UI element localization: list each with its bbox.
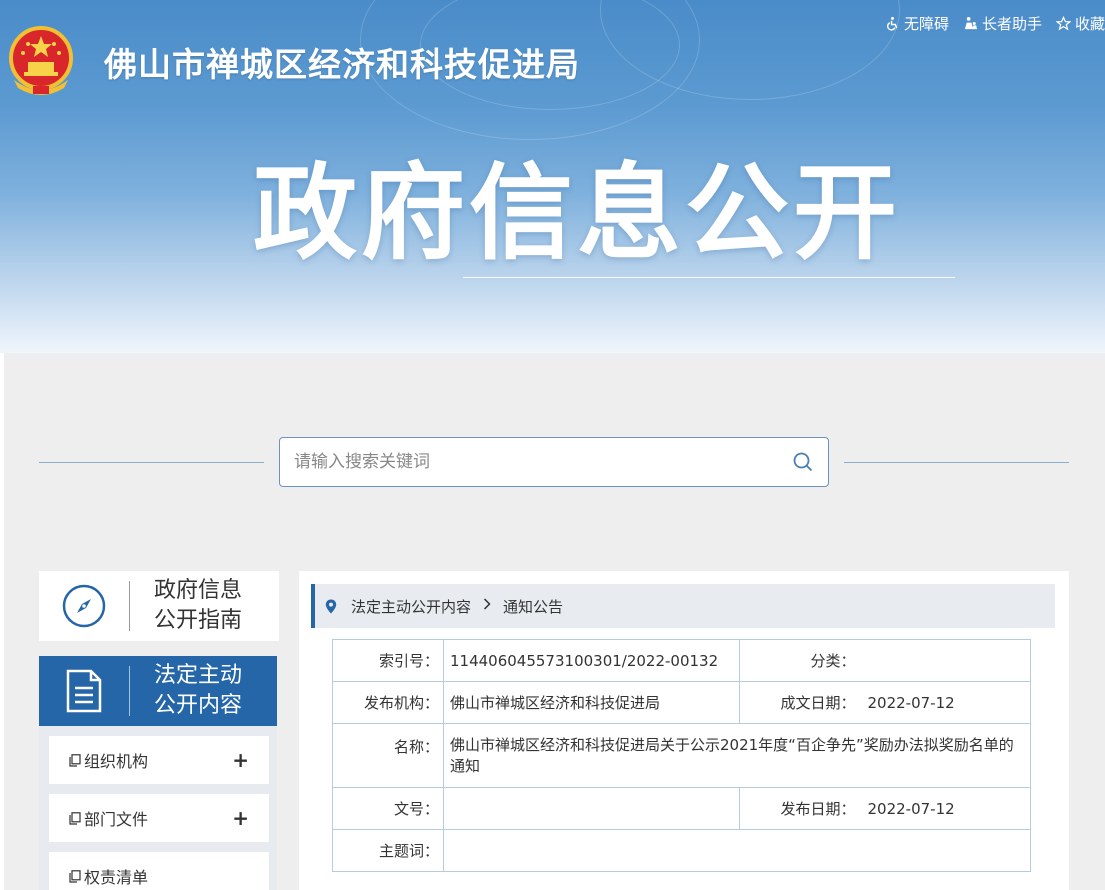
legal-label-line2: 公开内容 <box>154 693 243 718</box>
search-left-rule <box>39 462 264 463</box>
guide-label: 政府信息 公开指南 <box>130 576 242 636</box>
legal-label-line1: 法定主动 <box>154 663 243 688</box>
header-banner: 佛山市禅城区经济和科技促进局 无障碍 长者助手 收藏 政府信息公开 <box>0 0 1105 353</box>
publisher-label: 发布机构： <box>332 681 444 724</box>
created-date-value: 2022-07-12 <box>855 681 1031 724</box>
search-icon[interactable] <box>792 451 814 473</box>
legal-disclosure-card[interactable]: 法定主动 公开内容 <box>39 656 277 726</box>
copy-doc-icon <box>69 869 81 883</box>
search-box <box>279 437 829 487</box>
sidebar-item-label: 权责清单 <box>84 868 149 887</box>
national-emblem-icon <box>9 26 73 95</box>
doc-number-label: 文号： <box>332 787 444 830</box>
guide-label-line1: 政府信息 <box>154 578 243 603</box>
favorite-label: 收藏 <box>1074 15 1105 33</box>
elder-icon <box>964 16 978 30</box>
sidebar-menu: 组织机构 + 部门文件 + 权责清单 <box>39 726 277 890</box>
sidebar-item-responsibility-list[interactable]: 权责清单 <box>49 852 269 890</box>
top-links: 无障碍 长者助手 收藏 <box>885 13 1105 34</box>
publisher-value: 佛山市禅城区经济和科技促进局 <box>443 681 740 724</box>
sidebar-item-label: 组织机构 <box>84 752 149 771</box>
breadcrumb-level2[interactable]: 通知公告 <box>503 596 563 617</box>
category-label: 分类： <box>739 639 856 682</box>
chevron-right-icon <box>483 598 491 614</box>
search-input[interactable] <box>294 452 792 472</box>
document-icon <box>66 669 102 713</box>
breadcrumb: 法定主动公开内容 通知公告 <box>311 584 1055 628</box>
breadcrumb-level1[interactable]: 法定主动公开内容 <box>351 596 471 617</box>
legal-label: 法定主动 公开内容 <box>130 661 242 721</box>
disclosure-guide-card[interactable]: 政府信息 公开指南 <box>39 571 279 641</box>
table-row: 文号： 发布日期： 2022-07-12 <box>332 787 1031 830</box>
index-label: 索引号： <box>332 639 444 682</box>
elder-assistant-label: 长者助手 <box>981 15 1042 33</box>
document-info-table: 索引号： 114406045573100301/2022-00132 分类： 发… <box>332 639 1031 872</box>
category-value <box>855 639 1031 682</box>
copy-doc-icon <box>69 753 81 767</box>
table-row: 名称： 佛山市禅城区经济和科技促进局关于公示2021年度“百企争先”奖励办法拟奖… <box>332 723 1031 788</box>
main-content: 法定主动公开内容 通知公告 索引号： 114406045573100301/20… <box>299 571 1069 890</box>
table-row: 索引号： 114406045573100301/2022-00132 分类： <box>332 639 1031 682</box>
published-date-label: 发布日期： <box>739 787 856 830</box>
created-date-label: 成文日期： <box>739 681 856 724</box>
sidebar-item-label: 部门文件 <box>84 810 149 829</box>
banner-divider <box>463 277 955 278</box>
copy-doc-icon <box>69 811 81 825</box>
accessibility-label: 无障碍 <box>903 15 949 33</box>
name-label: 名称： <box>332 723 444 788</box>
elder-assistant-link[interactable]: 长者助手 <box>963 13 1042 34</box>
expand-icon[interactable]: + <box>232 748 249 772</box>
published-date-value: 2022-07-12 <box>855 787 1031 830</box>
table-row: 主题词： <box>332 829 1031 872</box>
name-value: 佛山市禅城区经济和科技促进局关于公示2021年度“百企争先”奖励办法拟奖励名单的… <box>443 723 1031 788</box>
location-pin-icon <box>325 599 337 613</box>
table-row: 发布机构： 佛山市禅城区经济和科技促进局 成文日期： 2022-07-12 <box>332 681 1031 724</box>
star-icon <box>1055 16 1071 31</box>
doc-number-value <box>443 787 740 830</box>
compass-icon <box>62 584 106 628</box>
accessibility-link[interactable]: 无障碍 <box>885 13 949 34</box>
index-value: 114406045573100301/2022-00132 <box>443 639 740 682</box>
wheelchair-icon <box>886 16 898 31</box>
expand-icon[interactable]: + <box>232 806 249 830</box>
sidebar-item-organization[interactable]: 组织机构 + <box>49 736 269 784</box>
banner-title: 政府信息公开 <box>253 152 902 274</box>
favorite-link[interactable]: 收藏 <box>1055 13 1105 34</box>
site-title: 佛山市禅城区经济和科技促进局 <box>104 45 580 84</box>
sidebar-item-department-files[interactable]: 部门文件 + <box>49 794 269 842</box>
keywords-label: 主题词： <box>332 829 444 872</box>
guide-label-line2: 公开指南 <box>154 608 243 633</box>
keywords-value <box>443 829 1031 872</box>
search-right-rule <box>844 462 1069 463</box>
